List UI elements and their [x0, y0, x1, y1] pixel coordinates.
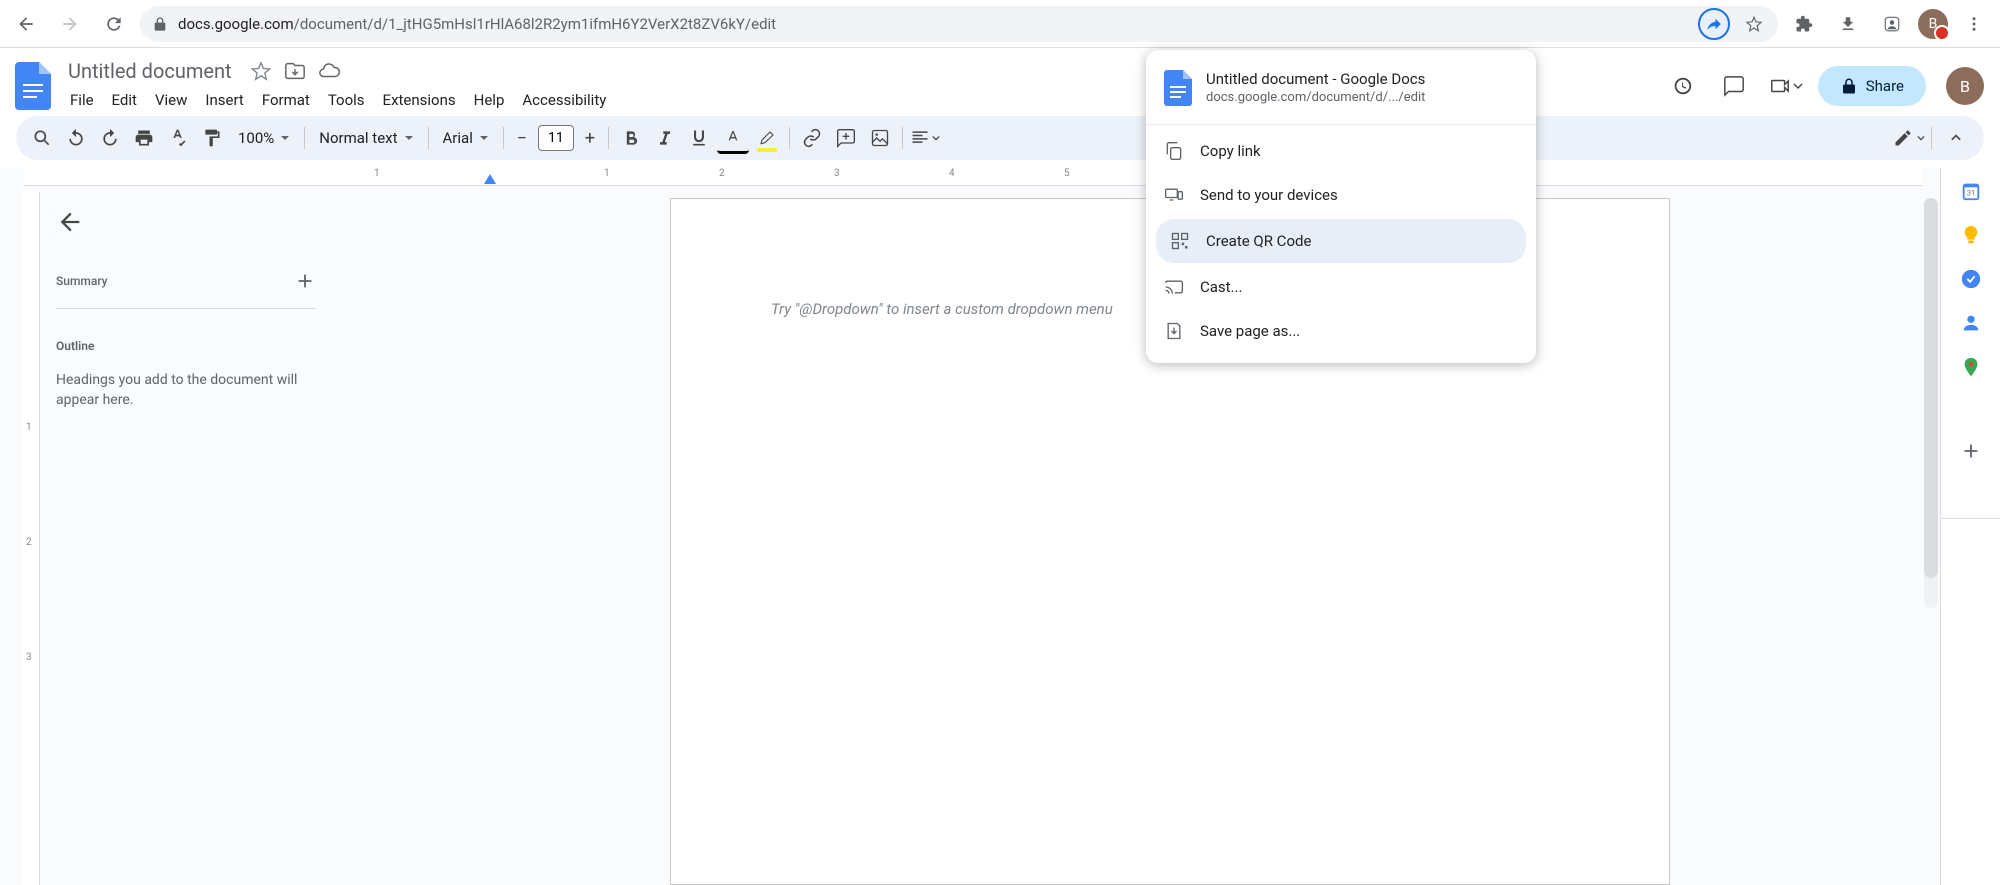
browser-menu-button[interactable]	[1956, 6, 1992, 42]
menu-edit[interactable]: Edit	[104, 87, 145, 113]
ruler-tick: 3	[26, 652, 32, 663]
menu-extensions[interactable]: Extensions	[375, 87, 464, 113]
menu-format[interactable]: Format	[254, 87, 318, 113]
share-dropdown-menu: Untitled document - Google Docs docs.goo…	[1146, 50, 1536, 363]
search-menus-button[interactable]	[26, 122, 58, 154]
menu-tools[interactable]: Tools	[320, 87, 373, 113]
share-button[interactable]: Share	[1818, 66, 1926, 106]
back-button[interactable]	[8, 6, 44, 42]
menu-insert[interactable]: Insert	[197, 87, 251, 113]
paragraph-style-select[interactable]: Normal text	[311, 129, 421, 147]
devices-icon	[1164, 185, 1184, 205]
star-document-icon[interactable]	[250, 60, 272, 82]
font-size-decrease[interactable]: −	[510, 126, 534, 150]
comments-button[interactable]	[1714, 66, 1754, 106]
menu-help[interactable]: Help	[466, 87, 513, 113]
menu-view[interactable]: View	[147, 87, 195, 113]
site-info-icon[interactable]	[152, 16, 168, 32]
insert-link-button[interactable]	[796, 122, 828, 154]
document-title[interactable]: Untitled document	[62, 57, 238, 85]
browser-toolbar: docs.google.com/document/d/1_jtHG5mHsl1r…	[0, 0, 2000, 48]
placeholder-text: Try "@Dropdown" to insert a custom dropd…	[771, 300, 1113, 318]
side-panel: 31	[1940, 168, 2000, 885]
menu-item-cast[interactable]: Cast...	[1146, 265, 1536, 309]
extensions-button[interactable]	[1786, 6, 1822, 42]
menu-title: Untitled document - Google Docs	[1206, 70, 1425, 88]
editing-mode-button[interactable]	[1893, 122, 1925, 154]
cast-icon	[1164, 277, 1184, 297]
bold-button[interactable]	[615, 122, 647, 154]
ruler-tick: 2	[26, 537, 32, 548]
redo-button[interactable]	[94, 122, 126, 154]
menu-item-qr-code[interactable]: Create QR Code	[1156, 219, 1526, 263]
outline-hint: Headings you add to the document will ap…	[56, 371, 316, 410]
undo-button[interactable]	[60, 122, 92, 154]
close-outline-icon[interactable]	[56, 208, 84, 236]
menu-item-send-devices[interactable]: Send to your devices	[1146, 173, 1536, 217]
share-address-button[interactable]	[1698, 8, 1730, 40]
docs-header: Untitled document File Edit View Insert …	[0, 48, 2000, 116]
font-size-input[interactable]	[538, 125, 574, 151]
spellcheck-button[interactable]	[162, 122, 194, 154]
underline-button[interactable]	[683, 122, 715, 154]
insert-comment-button[interactable]	[830, 122, 862, 154]
calendar-icon[interactable]: 31	[1960, 180, 1982, 202]
formatting-toolbar: 100% Normal text Arial − +	[16, 116, 1984, 160]
font-select[interactable]: Arial	[435, 129, 497, 147]
italic-button[interactable]	[649, 122, 681, 154]
copy-icon	[1164, 141, 1184, 161]
menu-item-copy-link[interactable]: Copy link	[1146, 129, 1536, 173]
save-icon	[1164, 321, 1184, 341]
url-text: docs.google.com/document/d/1_jtHG5mHsl1r…	[178, 15, 1766, 33]
forward-button[interactable]	[52, 6, 88, 42]
cloud-status-icon[interactable]	[318, 60, 340, 82]
vertical-scrollbar[interactable]	[1924, 198, 1938, 608]
docs-logo-icon[interactable]	[12, 58, 54, 114]
reload-button[interactable]	[96, 6, 132, 42]
print-button[interactable]	[128, 122, 160, 154]
insert-image-button[interactable]	[864, 122, 896, 154]
zoom-select[interactable]: 100%	[230, 129, 298, 147]
svg-text:31: 31	[1966, 189, 1974, 198]
add-addon-icon[interactable]	[1960, 440, 1982, 462]
doc-type-icon	[1164, 70, 1192, 106]
account-avatar[interactable]: B	[1946, 67, 1984, 105]
menu-item-save-page[interactable]: Save page as...	[1146, 309, 1536, 353]
collapse-toolbar-button[interactable]	[1938, 120, 1974, 156]
account-button[interactable]	[1874, 6, 1910, 42]
address-bar[interactable]: docs.google.com/document/d/1_jtHG5mHsl1r…	[140, 6, 1778, 42]
lock-icon	[1840, 77, 1858, 95]
avatar-initial: B	[1929, 16, 1938, 32]
align-button[interactable]	[909, 122, 941, 154]
vertical-ruler[interactable]: 1 2 3	[22, 192, 40, 885]
outline-label: Outline	[56, 339, 316, 353]
font-size-increase[interactable]: +	[578, 126, 602, 150]
history-button[interactable]	[1662, 66, 1702, 106]
ruler-tick: 1	[26, 422, 32, 433]
text-color-button[interactable]	[717, 122, 749, 154]
contacts-icon[interactable]	[1960, 312, 1982, 334]
summary-label: Summary	[56, 274, 108, 288]
highlight-button[interactable]	[751, 122, 783, 154]
tasks-icon[interactable]	[1960, 268, 1982, 290]
add-summary-icon[interactable]	[294, 270, 316, 292]
move-document-icon[interactable]	[284, 60, 306, 82]
keep-icon[interactable]	[1960, 224, 1982, 246]
meet-button[interactable]	[1766, 66, 1806, 106]
share-button-label: Share	[1866, 77, 1904, 95]
qr-icon	[1170, 231, 1190, 251]
profile-avatar[interactable]: B	[1918, 9, 1948, 39]
menu-subtitle: docs.google.com/document/d/.../edit	[1206, 90, 1425, 105]
paint-format-button[interactable]	[196, 122, 228, 154]
outline-panel: Summary Outline Headings you add to the …	[0, 168, 340, 885]
bookmark-star-icon[interactable]	[1740, 10, 1768, 38]
menu-file[interactable]: File	[62, 87, 102, 113]
maps-icon[interactable]	[1960, 356, 1982, 378]
menu-accessibility[interactable]: Accessibility	[514, 87, 614, 113]
downloads-button[interactable]	[1830, 6, 1866, 42]
